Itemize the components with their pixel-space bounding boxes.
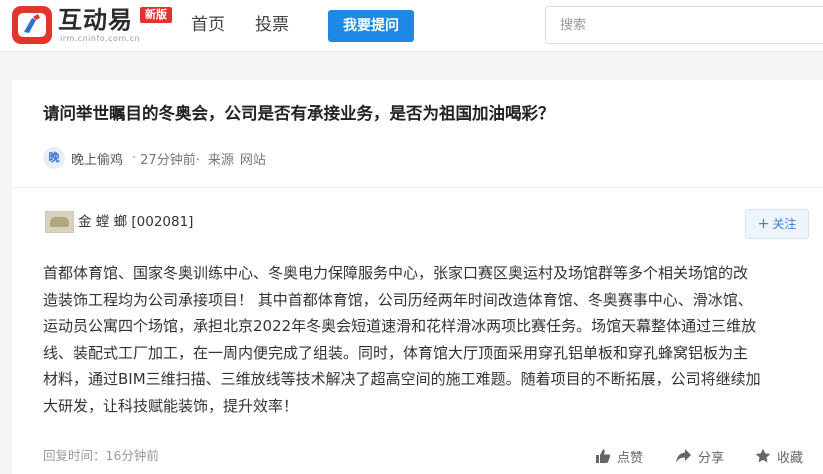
like-label: 点赞	[617, 450, 644, 466]
thumbs-up-icon	[596, 449, 611, 463]
answer-line: 线、装配式工厂加工，在一周内便完成了组装。同时，体育馆大厅顶面采用穿孔铝单板和穿…	[43, 343, 749, 362]
reply-time: 回复时间：16分钟前	[43, 448, 159, 463]
favorite-label: 收藏	[777, 450, 804, 466]
search-input[interactable]	[546, 7, 786, 43]
answer-text: 首都体育馆、国家冬奥训练中心、冬奥电力保障服务中心，张家口赛区奥运村及场馆群等多…	[43, 260, 813, 419]
follow-button[interactable]: + 关注	[745, 209, 809, 239]
search-box[interactable]	[545, 6, 823, 44]
logo-subtitle: irm.cninfo.com.cn	[60, 34, 141, 43]
qa-card: 请问举世瞩目的冬奥会，公司是否有承接业务，是否为祖国加油喝彩？ 晚 晚上偷鸡 ·…	[12, 80, 823, 474]
share-button[interactable]: 分享	[675, 446, 724, 466]
nav-home[interactable]: 首页	[191, 14, 225, 36]
new-version-badge: 新版	[140, 7, 172, 23]
logo-text[interactable]: 互动易	[58, 6, 133, 34]
star-icon	[755, 448, 771, 463]
question-time: 27分钟前·	[140, 152, 200, 168]
share-label: 分享	[698, 450, 725, 466]
answer-line: 造装饰工程均为公司承接项目！ 其中首都体育馆，公司历经两年时间改造体育馆、冬奥赛…	[43, 290, 753, 309]
share-arrow-icon	[676, 449, 691, 463]
asker-avatar[interactable]: 晚	[43, 147, 65, 169]
top-header: 互动易 新版 irm.cninfo.com.cn 首页 投票 我要提问	[0, 0, 823, 52]
answer-line: 材料，通过BIM三维扫描、三维放线等技术解决了超高空间的施工难题。随着项目的不断…	[43, 370, 761, 388]
source-value: 网站	[239, 152, 266, 168]
favorite-button[interactable]: 收藏	[755, 446, 803, 466]
plus-icon: +	[757, 216, 770, 232]
answer-line: 运动员公寓四个场馆，承担北京2022年冬奥会短道速滑和花样滑冰两项比赛任务。场馆…	[43, 317, 757, 335]
source-label: 来源	[207, 152, 234, 168]
nav-vote[interactable]: 投票	[255, 14, 289, 36]
answer-line: 首都体育馆、国家冬奥训练中心、冬奥电力保障服务中心，张家口赛区奥运村及场馆群等多…	[43, 264, 749, 282]
like-button[interactable]: 点赞	[595, 446, 643, 466]
divider	[12, 187, 823, 188]
question-meta: 晚 晚上偷鸡 · 27分钟前· 来源 网站	[43, 146, 266, 170]
answer-line: 大研发，让科技赋能装饰，提升效率！	[43, 396, 299, 415]
app-logo-icon[interactable]	[12, 6, 52, 44]
meta-separator: ·	[132, 150, 137, 166]
company-name[interactable]: 金 螳 螂 [002081]	[78, 213, 193, 231]
asker-name[interactable]: 晚上偷鸡	[71, 149, 123, 168]
question-title[interactable]: 请问举世瞩目的冬奥会，公司是否有承接业务，是否为祖国加油喝彩？	[43, 102, 555, 126]
ask-question-button[interactable]: 我要提问	[328, 10, 414, 42]
company-logo[interactable]	[45, 211, 74, 233]
follow-label: 关注	[772, 217, 797, 231]
